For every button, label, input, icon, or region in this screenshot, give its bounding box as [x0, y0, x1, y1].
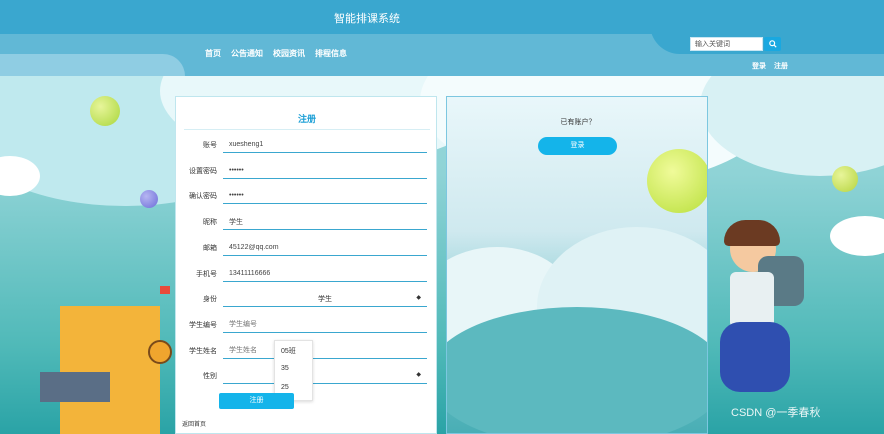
field-label: 确认密码	[189, 193, 217, 200]
register-card: 注册 账号 设置密码 确认密码 昵称 邮箱 手机号 身份 学生 ◆ 学生编号 学…	[175, 96, 437, 434]
nickname-input[interactable]	[223, 214, 427, 230]
nav-news[interactable]: 校园资讯	[273, 48, 305, 59]
field-label: 账号	[203, 142, 217, 149]
green-ball	[90, 96, 120, 126]
nav-announcements[interactable]: 公告通知	[231, 48, 263, 59]
field-nickname: 昵称	[176, 214, 438, 234]
login-panel: 已有账户？ 登录	[446, 96, 708, 434]
phone-input[interactable]	[223, 266, 427, 282]
nav-schedule[interactable]: 排程信息	[315, 48, 347, 59]
background-scene	[0, 76, 884, 434]
student-name-input[interactable]	[223, 343, 427, 359]
clock-icon	[148, 340, 172, 364]
school-building	[60, 306, 160, 434]
role-select[interactable]: 学生 ◆	[223, 291, 427, 307]
field-student-id: 学生编号	[176, 317, 438, 337]
gender-select[interactable]: ◆	[223, 368, 427, 384]
dropdown-option[interactable]: 25	[281, 384, 289, 391]
register-link[interactable]: 注册	[774, 61, 788, 71]
account-input[interactable]	[223, 137, 427, 153]
chevron-down-icon: ◆	[416, 372, 421, 378]
app-title: 智能排课系统	[334, 13, 400, 25]
password-input[interactable]	[223, 163, 427, 179]
field-account: 账号	[176, 137, 438, 157]
green-ball	[647, 149, 707, 213]
search-input[interactable]	[690, 37, 763, 51]
login-button[interactable]: 登录	[538, 137, 617, 155]
search-button[interactable]	[764, 37, 781, 51]
nav-home[interactable]: 首页	[205, 48, 221, 59]
login-link[interactable]: 登录	[752, 61, 766, 71]
field-label: 手机号	[196, 271, 217, 278]
field-label: 邮箱	[203, 245, 217, 252]
dropdown-option[interactable]: 05班	[281, 346, 296, 356]
field-phone: 手机号	[176, 266, 438, 286]
register-title: 注册	[297, 114, 316, 124]
flag-icon	[160, 286, 170, 294]
chevron-down-icon: ◆	[416, 295, 421, 301]
confirm-password-input[interactable]	[223, 188, 427, 204]
field-label: 性别	[203, 373, 217, 380]
watermark: CSDN @一季春秋	[731, 407, 821, 419]
field-label: 学生编号	[189, 322, 217, 329]
email-input[interactable]	[223, 240, 427, 256]
main-nav: 首页 公告通知 校园资讯 排程信息	[205, 48, 347, 59]
field-label: 学生姓名	[189, 348, 217, 355]
auth-links: 登录 注册	[752, 61, 788, 71]
student-illustration	[710, 220, 820, 434]
field-password: 设置密码	[176, 163, 438, 183]
dropdown-option[interactable]: 35	[281, 365, 289, 372]
student-id-input[interactable]	[223, 317, 427, 333]
register-button[interactable]: 注册	[219, 393, 294, 409]
field-label: 昵称	[203, 219, 217, 226]
field-email: 邮箱	[176, 240, 438, 260]
login-prompt: 已有账户？	[560, 119, 596, 126]
field-label: 身份	[203, 296, 217, 303]
role-select-value: 学生	[318, 296, 332, 303]
field-confirm-password: 确认密码	[176, 188, 438, 208]
back-home-link[interactable]: 返回首页	[182, 419, 206, 428]
field-role: 身份 学生 ◆	[176, 291, 438, 311]
search-icon	[768, 40, 777, 48]
purple-ball	[140, 190, 158, 208]
class-dropdown: 05班 35 25	[274, 340, 313, 401]
field-label: 设置密码	[189, 168, 217, 175]
